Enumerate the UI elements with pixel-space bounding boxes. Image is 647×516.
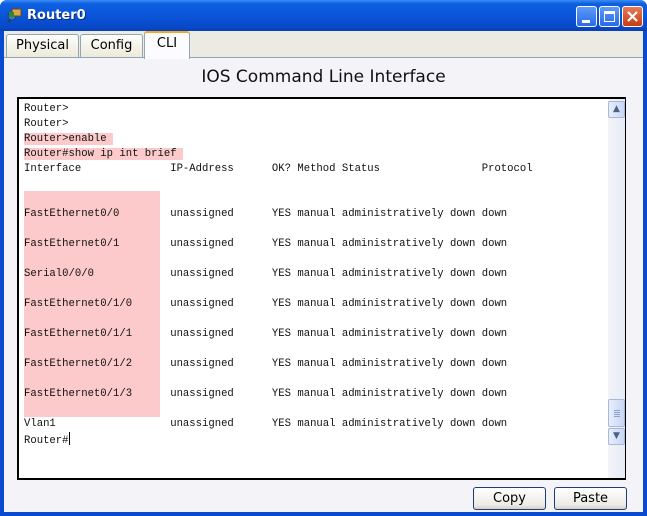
terminal-line [24, 192, 533, 207]
terminal-line: FastEthernet0/1/1 unassigned YES manual … [24, 327, 533, 342]
terminal-line [24, 252, 533, 267]
minimize-icon [582, 20, 590, 23]
terminal-line-text: Router>enable [24, 133, 114, 145]
window-client: Physical Config CLI IOS Command Line Int… [4, 31, 643, 512]
terminal-line-text: Serial0/0/0 unassigned YES manual admini… [24, 268, 508, 280]
terminal-line: Vlan1 unassigned YES manual administrati… [24, 417, 533, 432]
terminal-line-text: FastEthernet0/0 unassigned YES manual ad… [24, 208, 508, 220]
terminal-line-text: FastEthernet0/1/2 unassigned YES manual … [24, 358, 508, 370]
tab-config[interactable]: Config [80, 34, 143, 58]
close-button[interactable] [622, 6, 643, 27]
terminal-line: FastEthernet0/1/2 unassigned YES manual … [24, 357, 533, 372]
terminal-line: Router> [24, 117, 533, 132]
close-icon [627, 11, 638, 22]
terminal-line-text: FastEthernet0/1/3 unassigned YES manual … [24, 388, 508, 400]
router-icon [7, 8, 22, 23]
tab-physical[interactable]: Physical [6, 34, 79, 58]
cli-panel: IOS Command Line Interface Router> Router… [4, 57, 643, 512]
chevron-up-icon: ▲ [613, 104, 620, 114]
minimize-button[interactable] [576, 6, 597, 27]
terminal-line: FastEthernet0/1/3 unassigned YES manual … [24, 387, 533, 402]
terminal-line-text: Router> [24, 118, 69, 130]
window-title: Router0 [27, 8, 86, 23]
maximize-button[interactable] [599, 6, 620, 27]
terminal-line: Router#show ip int brief [24, 147, 533, 162]
terminal-line [24, 372, 533, 387]
terminal-line: Router> [24, 102, 533, 117]
terminal-line-text: Router> [24, 103, 69, 115]
terminal-line [24, 222, 533, 237]
maximize-icon [604, 11, 615, 22]
terminal-line-text: FastEthernet0/1/1 unassigned YES manual … [24, 328, 508, 340]
terminal-lines: Router> Router> Router>enable Router#show … [24, 102, 533, 447]
terminal-line-text: Router#show ip int brief [24, 148, 183, 160]
terminal-line [24, 282, 533, 297]
vertical-scrollbar[interactable]: ▲ ▼ [608, 99, 625, 478]
scroll-thumb[interactable] [608, 399, 625, 427]
terminal-line-text: Interface IP-Address OK? Method Status P… [24, 163, 533, 175]
terminal-line: Interface IP-Address OK? Method Status P… [24, 162, 533, 177]
title-bar[interactable]: Router0 [0, 0, 647, 31]
terminal-line [24, 402, 533, 417]
paste-button[interactable]: Paste [554, 487, 627, 510]
terminal-line: Router>enable [24, 132, 533, 147]
terminal-line [24, 342, 533, 357]
terminal-line: Router# [24, 432, 533, 447]
scroll-up-button[interactable]: ▲ [608, 101, 625, 118]
tab-cli[interactable]: CLI [144, 31, 190, 59]
terminal-line: FastEthernet0/1 unassigned YES manual ad… [24, 237, 533, 252]
terminal-line-text: FastEthernet0/1 unassigned YES manual ad… [24, 238, 508, 250]
terminal-output[interactable]: Router> Router> Router>enable Router#show … [17, 97, 626, 480]
scroll-down-button[interactable]: ▼ [608, 428, 625, 445]
terminal-line: FastEthernet0/0 unassigned YES manual ad… [24, 207, 533, 222]
tab-bar: Physical Config CLI [4, 31, 643, 59]
cli-heading: IOS Command Line Interface [201, 67, 446, 87]
chevron-down-icon: ▼ [613, 431, 620, 441]
terminal-line [24, 177, 533, 192]
terminal-line-text: FastEthernet0/1/0 unassigned YES manual … [24, 298, 508, 310]
terminal-line-text: Router# [24, 435, 69, 447]
terminal-line: FastEthernet0/1/0 unassigned YES manual … [24, 297, 533, 312]
terminal-line [24, 312, 533, 327]
router-window: Router0 Physical Config CLI IOS Command … [0, 0, 647, 516]
copy-button[interactable]: Copy [473, 487, 546, 510]
terminal-line: Serial0/0/0 unassigned YES manual admini… [24, 267, 533, 282]
terminal-line-text: Vlan1 unassigned YES manual administrati… [24, 418, 508, 430]
